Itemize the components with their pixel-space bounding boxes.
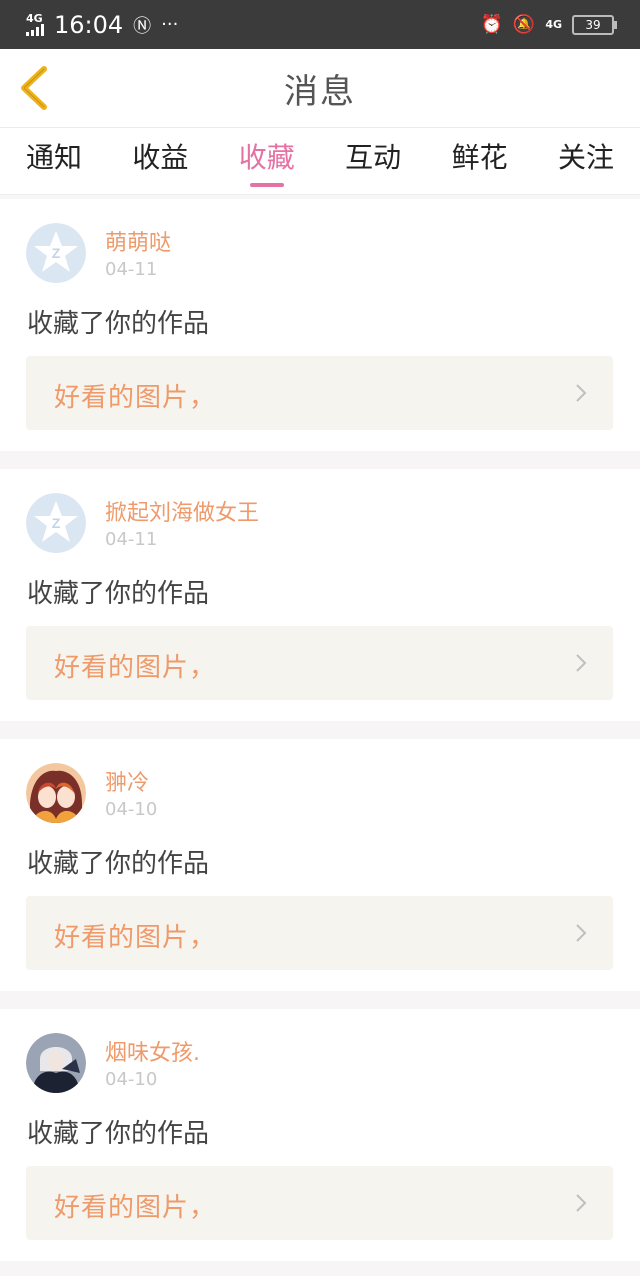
work-title: 好看的图片， (54, 923, 217, 953)
tab-interaction[interactable]: 互动 (345, 128, 401, 195)
work-title: 好看的图片， (54, 653, 217, 683)
user-name[interactable]: 萌萌哒 (105, 225, 171, 257)
chevron-right-icon (576, 1194, 587, 1212)
work-title: 好看的图片， (54, 383, 217, 413)
avatar[interactable]: Z (26, 223, 86, 283)
default-avatar-icon: Z (26, 223, 86, 283)
dark-portrait-avatar (26, 1033, 86, 1093)
message-card: 烟味女孩. 04-10 收藏了你的作品 好看的图片， (0, 1009, 640, 1261)
chevron-left-icon[interactable] (14, 63, 58, 113)
user-name[interactable]: 翀冷 (105, 765, 149, 797)
tab-flowers[interactable]: 鲜花 (452, 128, 508, 195)
chevron-right-icon (576, 654, 587, 672)
user-name[interactable]: 烟味女孩. (105, 1035, 200, 1067)
alarm-icon: ⏰ (480, 14, 503, 35)
cellular-signal-icon: 4G (26, 13, 44, 36)
message-text: 收藏了你的作品 (27, 579, 210, 609)
nfc-icon: Ⓝ (133, 15, 152, 37)
battery-level: 39 (585, 17, 601, 32)
work-title: 好看的图片， (54, 1193, 217, 1223)
message-date: 04-11 (105, 259, 158, 280)
work-link[interactable]: 好看的图片， (26, 626, 613, 700)
tab-bar: 通知 收益 收藏 互动 鲜花 关注 (0, 128, 640, 195)
mute-bell-icon: 🔕 (512, 14, 536, 35)
battery-icon: 39 (572, 14, 617, 35)
chevron-right-icon (576, 924, 587, 942)
avatar[interactable]: Z (26, 493, 86, 553)
message-card: Z 掀起刘海做女王 04-11 收藏了你的作品 好看的图片， (0, 469, 640, 721)
default-avatar-icon: Z (26, 493, 86, 553)
user-name[interactable]: 掀起刘海做女王 (105, 495, 259, 527)
tab-notice[interactable]: 通知 (26, 128, 82, 195)
message-list: Z 萌萌哒 04-11 收藏了你的作品 好看的图片， Z 掀起刘海做女王 04-… (0, 199, 640, 1261)
avatar[interactable] (26, 1033, 86, 1093)
message-card: Z 萌萌哒 04-11 收藏了你的作品 好看的图片， (0, 199, 640, 451)
svg-text:Z: Z (52, 515, 61, 531)
tab-earnings[interactable]: 收益 (132, 128, 188, 195)
message-text: 收藏了你的作品 (27, 309, 210, 339)
message-text: 收藏了你的作品 (27, 1119, 210, 1149)
message-card: 翀冷 04-10 收藏了你的作品 好看的图片， (0, 739, 640, 991)
tab-follow[interactable]: 关注 (558, 128, 614, 195)
message-text: 收藏了你的作品 (27, 849, 210, 879)
tab-favorites[interactable]: 收藏 (239, 128, 295, 195)
work-link[interactable]: 好看的图片， (26, 896, 613, 970)
message-date: 04-11 (105, 529, 158, 550)
status-bar: 4G 16:04 Ⓝ ··· ⏰ 🔕 4G 39 (0, 0, 640, 49)
more-icon: ··· (161, 14, 179, 35)
chevron-right-icon (576, 384, 587, 402)
page-title: 消息 (284, 71, 356, 112)
svg-text:Z: Z (52, 245, 61, 261)
cellular-4g-icon: 4G (545, 18, 562, 31)
navigation-bar: 消息 (0, 49, 640, 128)
avatar[interactable] (26, 763, 86, 823)
work-link[interactable]: 好看的图片， (26, 356, 613, 430)
clock: 16:04 (54, 10, 124, 39)
message-date: 04-10 (105, 799, 158, 820)
message-date: 04-10 (105, 1069, 158, 1090)
work-link[interactable]: 好看的图片， (26, 1166, 613, 1240)
anime-girls-avatar (26, 763, 86, 823)
